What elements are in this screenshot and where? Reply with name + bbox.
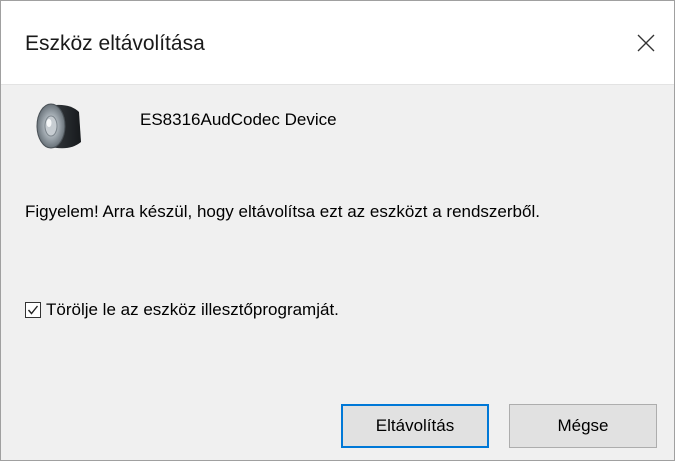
cancel-button[interactable]: Mégse — [509, 404, 657, 448]
dialog-title: Eszköz eltávolítása — [25, 32, 205, 55]
delete-driver-checkbox[interactable] — [25, 302, 41, 318]
uninstall-device-dialog: Eszköz eltávolítása ES8316AudCodec Devic… — [0, 0, 675, 461]
uninstall-button[interactable]: Eltávolítás — [341, 404, 489, 448]
close-button[interactable] — [621, 21, 671, 65]
speaker-icon — [36, 103, 81, 149]
checkmark-icon — [27, 305, 39, 315]
delete-driver-option[interactable]: Törölje le az eszköz illesztőprogramját. — [25, 300, 339, 320]
device-name: ES8316AudCodec Device — [140, 110, 337, 129]
warning-message: Figyelem! Arra készül, hogy eltávolítsa … — [25, 202, 540, 221]
title-bar: Eszköz eltávolítása — [1, 1, 674, 85]
delete-driver-label: Törölje le az eszköz illesztőprogramját. — [46, 300, 339, 319]
dialog-content: ES8316AudCodec Device Figyelem! Arra kés… — [1, 86, 674, 460]
close-icon — [637, 34, 655, 52]
